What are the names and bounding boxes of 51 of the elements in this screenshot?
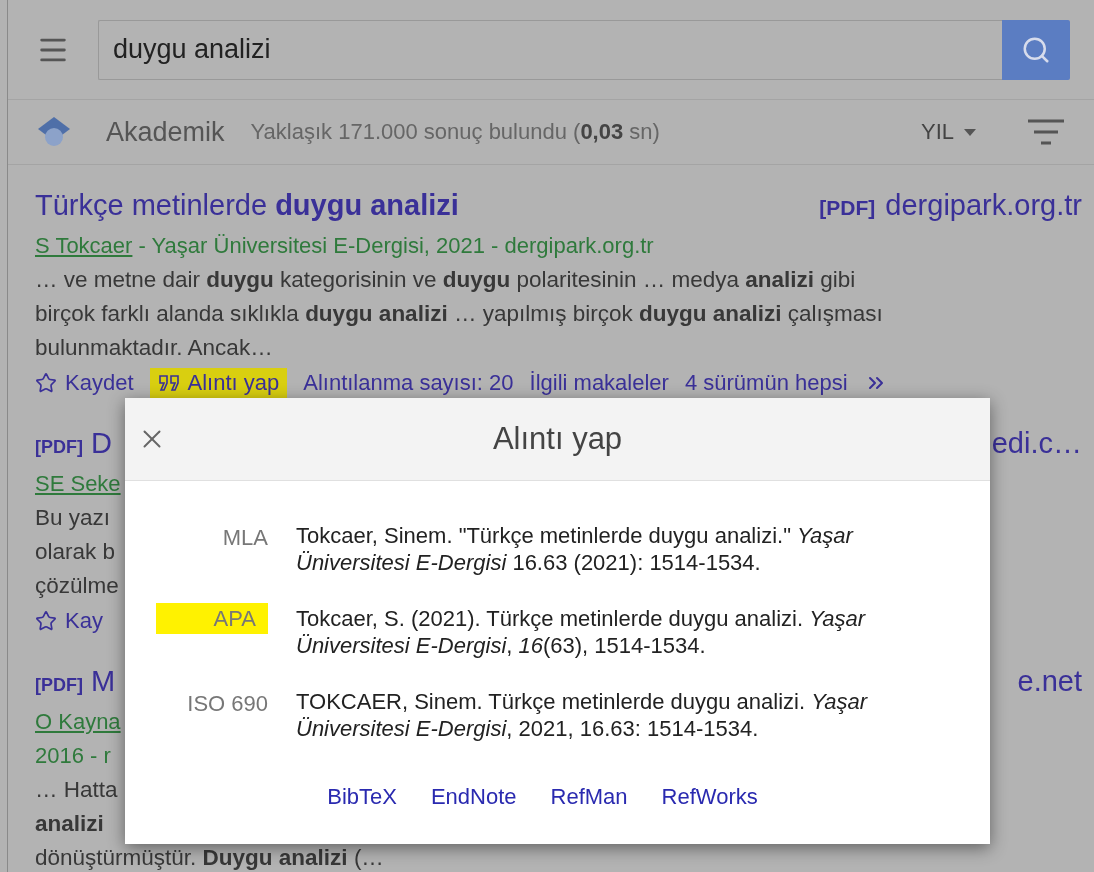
citation-text: Tokcaer, S. (2021). Türkçe metinlerde duygu analizi. Yaşar Üniversitesi E-Dergisi, 16(63), 1514-1534.	[296, 605, 867, 659]
author-link[interactable]: S Tokcaer	[35, 233, 133, 259]
brand-name: Akademik	[106, 116, 225, 148]
citation-style: APA	[155, 603, 268, 634]
search-field[interactable]: duygu analizi	[98, 19, 1002, 80]
author-link[interactable]: SE Seke	[35, 471, 121, 497]
export-link[interactable]: RefMan	[550, 784, 628, 810]
snippet-text: çözülme	[35, 572, 119, 600]
snippet-text: birçok farklı alanda sıklıkla duygu analizi … yapılmış birçok duygu analizi çalışması	[35, 300, 883, 328]
snippet-text: analizi	[35, 810, 104, 838]
snippet-text: … Hatta	[35, 776, 118, 804]
save-link[interactable]: Kay	[35, 606, 103, 636]
snippet-text: dönüştürmüştür. Duygu analizi (…	[35, 844, 384, 872]
result-title[interactable]: D	[91, 427, 112, 460]
star-icon	[35, 610, 57, 632]
source-link[interactable]: e.net	[1017, 665, 1082, 698]
citation-style: MLA	[222, 524, 268, 552]
citation-text: TOKCAER, Sinem. Türkçe metinlerde duygu analizi. Yaşar Üniversitesi E-Dergisi, 2021, 16.63: 1514-1534.	[296, 688, 869, 742]
dialog-title: Alıntı yap	[492, 421, 623, 457]
result-title[interactable]: M	[91, 665, 116, 698]
cite-link[interactable]: Alıntı yap	[149, 368, 288, 398]
pdf-tag: [PDF]	[35, 437, 83, 458]
snippet-text: … ve metne dair duygu kategorisinin ve duygu polaritesinin … medya analizi gibi	[35, 266, 856, 294]
snippet-text: bulunmaktadır. Ancak…	[35, 334, 273, 362]
snippet-text: Bu yazı	[35, 504, 111, 532]
quote-icon	[157, 375, 180, 391]
publication-info: - Yaşar Üniversitesi E-Dergisi, 2021 - dergipark.org.tr	[137, 233, 654, 259]
result-count: Yaklaşık 171.000 sonuç bulundu (0,03 sn)	[250, 119, 660, 145]
pdf-tag: [PDF]	[35, 675, 83, 696]
result-link[interactable]: Alıntılanma sayısı: 20	[303, 368, 514, 398]
export-link[interactable]: BibTeX	[327, 784, 397, 810]
source-link[interactable]: dergipark.org.tr	[885, 189, 1082, 222]
author-link[interactable]: O Kayna	[35, 709, 121, 735]
citation-style: ISO 690	[187, 690, 268, 718]
pdf-tag: [PDF]	[819, 196, 876, 220]
source-link[interactable]: edi.c…	[991, 427, 1082, 460]
result-link[interactable]: 4 sürümün hepsi	[684, 368, 848, 398]
star-icon	[35, 372, 57, 394]
publication-info: 2016 - r	[35, 742, 111, 770]
filter-icon[interactable]	[1028, 119, 1064, 145]
result-title[interactable]: Türkçe metinlerde duygu analizi	[35, 189, 459, 222]
snippet-text: olarak b	[35, 538, 116, 566]
search-button[interactable]	[1002, 19, 1070, 80]
graduation-cap-icon	[36, 115, 72, 149]
export-link[interactable]: RefWorks	[661, 784, 758, 810]
caret-icon	[964, 128, 976, 136]
save-link[interactable]: Kaydet	[35, 368, 134, 398]
export-link[interactable]: EndNote	[430, 784, 517, 810]
result-link[interactable]: İlgili makaleler	[529, 368, 669, 398]
year-dropdown[interactable]: YIL	[920, 119, 976, 145]
citation-text: Tokcaer, Sinem. "Türkçe metinlerde duygu analizi." Yaşar Üniversitesi E-Dergisi 16.63 (2021): 1514-1534.	[296, 522, 855, 576]
